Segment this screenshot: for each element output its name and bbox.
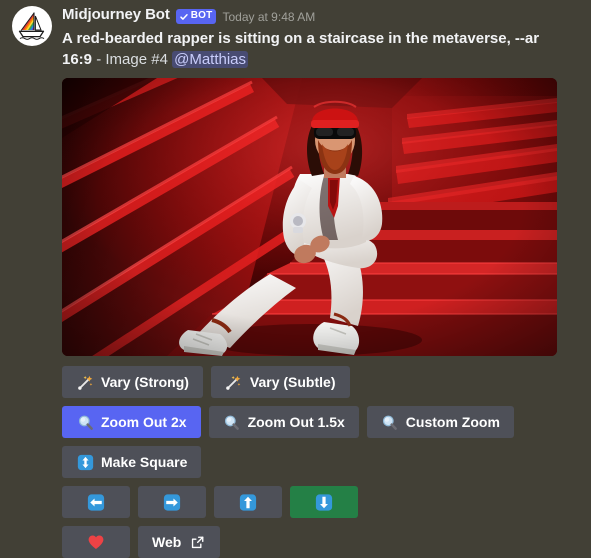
heart-icon	[87, 533, 105, 551]
button-row-zoom: Zoom Out 2x Zoom Out 1.5x Custom Zoom	[62, 406, 591, 438]
arrow-right-icon	[163, 493, 181, 511]
bot-badge: BOT	[175, 8, 217, 24]
magic-wand-icon	[76, 373, 94, 391]
favorite-button[interactable]	[62, 526, 130, 558]
zoom-out-1-5x-label: Zoom Out 1.5x	[247, 413, 345, 430]
content-separator: -	[92, 51, 106, 68]
message-components: Vary (Strong) Vary (Subtle) Zoom Out 2x …	[62, 366, 591, 558]
magnifying-glass-icon	[381, 413, 399, 431]
arrow-up-icon	[239, 493, 257, 511]
message-header: Midjourney Bot BOT Today at 9:48 AM	[62, 4, 581, 26]
vary-subtle-button[interactable]: Vary (Subtle)	[210, 366, 350, 398]
custom-zoom-button[interactable]: Custom Zoom	[366, 406, 514, 438]
pan-left-button[interactable]	[62, 486, 130, 518]
zoom-out-2x-button[interactable]: Zoom Out 2x	[62, 406, 201, 438]
message-timestamp: Today at 9:48 AM	[222, 10, 316, 24]
generated-image	[62, 78, 557, 356]
zoom-out-2x-label: Zoom Out 2x	[101, 413, 187, 430]
vary-strong-label: Vary (Strong)	[101, 373, 189, 390]
bot-badge-label: BOT	[190, 9, 213, 21]
arrow-left-icon	[87, 493, 105, 511]
magnifying-glass-icon	[76, 413, 94, 431]
message-content: A red-bearded rapper is sitting on a sta…	[62, 28, 552, 70]
web-button[interactable]: Web	[138, 526, 221, 558]
generated-image-attachment[interactable]	[62, 78, 557, 356]
midjourney-sailboat-logo-icon	[14, 8, 50, 44]
magnifying-glass-icon	[223, 413, 241, 431]
pan-up-button[interactable]	[214, 486, 282, 518]
vary-subtle-label: Vary (Subtle)	[249, 373, 336, 390]
image-index-label: Image #4	[105, 51, 168, 68]
magic-wand-icon	[225, 373, 243, 391]
button-row-actions: Web	[62, 526, 591, 558]
pan-down-button[interactable]	[290, 486, 358, 518]
avatar[interactable]	[12, 6, 52, 46]
external-link-icon	[188, 533, 206, 551]
author-username[interactable]: Midjourney Bot	[62, 5, 170, 25]
make-square-button[interactable]: Make Square	[62, 446, 202, 478]
button-row-square: Make Square	[62, 446, 591, 478]
web-label: Web	[152, 533, 182, 550]
arrow-down-icon	[315, 493, 333, 511]
message-body: Midjourney Bot BOT Today at 9:48 AM A re…	[62, 4, 591, 70]
button-row-vary: Vary (Strong) Vary (Subtle)	[62, 366, 591, 398]
pan-right-button[interactable]	[138, 486, 206, 518]
make-square-label: Make Square	[101, 453, 188, 470]
chat-message: Midjourney Bot BOT Today at 9:48 AM A re…	[0, 0, 591, 558]
user-mention[interactable]: @Matthias	[172, 51, 249, 68]
vary-strong-button[interactable]: Vary (Strong)	[62, 366, 203, 398]
verified-check-icon	[179, 12, 189, 22]
up-down-arrow-icon	[76, 453, 94, 471]
button-row-pan	[62, 486, 591, 518]
custom-zoom-label: Custom Zoom	[405, 413, 500, 430]
zoom-out-1-5x-button[interactable]: Zoom Out 1.5x	[208, 406, 359, 438]
